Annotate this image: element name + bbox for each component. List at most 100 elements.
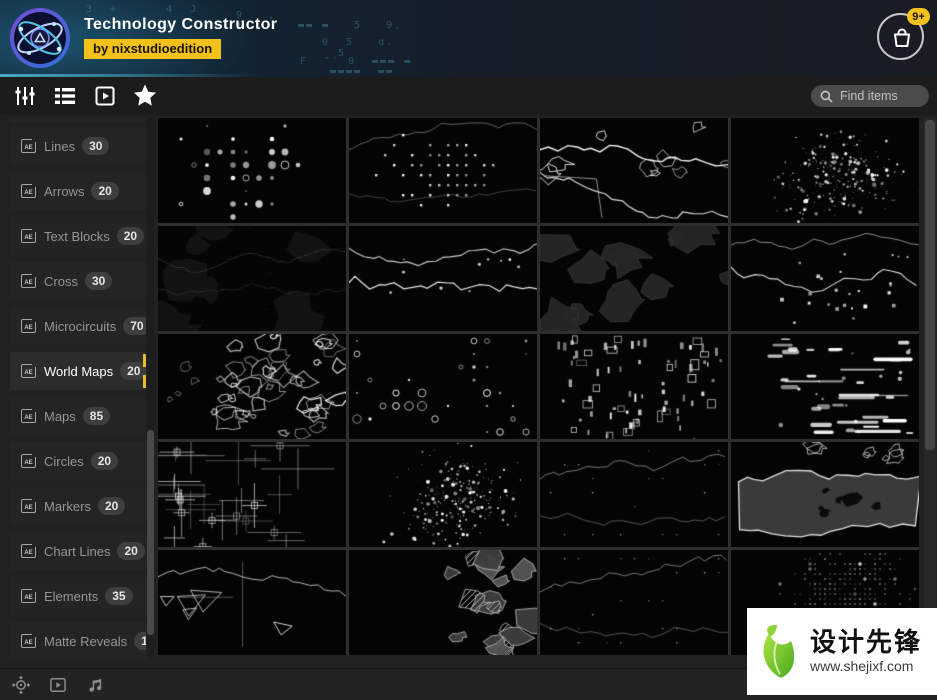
world-map-thumb-08[interactable] bbox=[731, 226, 919, 331]
world-map-thumb-03[interactable] bbox=[540, 118, 728, 223]
world-map-thumb-01[interactable] bbox=[158, 118, 346, 223]
transform-button[interactable] bbox=[10, 674, 32, 696]
map-thumbnail bbox=[158, 550, 346, 655]
ae-file-icon: AE bbox=[21, 499, 36, 513]
sidebar-item-label: Circles bbox=[44, 454, 84, 469]
world-map-thumb-12[interactable] bbox=[731, 334, 919, 439]
audio-button[interactable] bbox=[84, 674, 106, 696]
technology-constructor-panel: 3 + 4 JF . A 6 ° 0 ;9 ,▬▬ ▬ 5 9,0 5 ɑ.5F… bbox=[0, 0, 937, 700]
video-template-icon bbox=[93, 84, 117, 108]
ae-file-icon: AE bbox=[21, 274, 36, 288]
sidebar-item-label: Text Blocks bbox=[44, 229, 110, 244]
watermark: 设计先锋 www.shejixf.com bbox=[747, 608, 937, 695]
ae-file-icon: AE bbox=[21, 634, 36, 648]
favorites-button[interactable] bbox=[128, 81, 162, 111]
item-count-badge: 30 bbox=[85, 272, 112, 290]
world-map-thumb-19[interactable] bbox=[540, 550, 728, 655]
grid-scrollbar bbox=[924, 118, 936, 655]
world-map-thumb-18[interactable] bbox=[349, 550, 537, 655]
favorites-star-icon bbox=[131, 82, 159, 110]
sidebar-item-markers[interactable]: AEMarkers20 bbox=[10, 487, 146, 525]
map-thumbnail bbox=[540, 334, 728, 439]
sidebar-item-lines[interactable]: AELines30 bbox=[10, 127, 146, 165]
world-map-thumb-11[interactable] bbox=[540, 334, 728, 439]
ae-file-icon: AE bbox=[21, 589, 36, 603]
map-thumbnail bbox=[158, 118, 346, 223]
world-map-thumb-09[interactable] bbox=[158, 334, 346, 439]
sidebar-item-label: Arrows bbox=[44, 184, 84, 199]
sidebar-scrollbar-thumb[interactable] bbox=[147, 430, 154, 635]
ae-file-icon: AE bbox=[21, 139, 36, 153]
filters-icon bbox=[13, 84, 37, 108]
world-map-thumb-06[interactable] bbox=[349, 226, 537, 331]
world-map-thumb-13[interactable] bbox=[158, 442, 346, 547]
grid-scrollbar-thumb[interactable] bbox=[925, 120, 935, 450]
ae-file-icon: AE bbox=[21, 364, 36, 378]
sidebar-item-matte-reveals[interactable]: AEMatte Reveals1 bbox=[10, 622, 146, 660]
preview-button[interactable] bbox=[47, 674, 69, 696]
map-thumbnail bbox=[349, 334, 537, 439]
map-thumbnail bbox=[540, 550, 728, 655]
ae-file-icon: AE bbox=[21, 184, 36, 198]
cart-button[interactable]: 9+ bbox=[877, 13, 924, 60]
ae-file-icon: AE bbox=[21, 544, 36, 558]
map-thumbnail bbox=[349, 442, 537, 547]
sidebar-scrollbar bbox=[147, 118, 154, 658]
thumbnail-grid bbox=[158, 118, 919, 655]
header-texture-glyph: ▬▬▬▬ ▬▬ bbox=[330, 66, 394, 77]
world-map-thumb-16[interactable] bbox=[731, 442, 919, 547]
sidebar-list: AELines30AEArrows20AEText Blocks20AECros… bbox=[10, 127, 146, 660]
ae-file-icon: AE bbox=[21, 454, 36, 468]
sidebar-item-world-maps[interactable]: AEWorld Maps20 bbox=[10, 352, 146, 390]
search-input[interactable] bbox=[838, 88, 920, 104]
sidebar-item-label: Cross bbox=[44, 274, 78, 289]
world-map-thumb-14[interactable] bbox=[349, 442, 537, 547]
world-map-thumb-05[interactable] bbox=[158, 226, 346, 331]
sidebar-item-text-blocks[interactable]: AEText Blocks20 bbox=[10, 217, 146, 255]
header-texture-glyph: ▬▬ ▬ 5 9, bbox=[298, 20, 402, 31]
ae-file-icon: AE bbox=[21, 409, 36, 423]
ae-file-icon: AE bbox=[21, 319, 36, 333]
sidebar-item-label: Elements bbox=[44, 589, 98, 604]
watermark-url: www.shejixf.com bbox=[810, 658, 922, 674]
map-thumbnail bbox=[731, 226, 919, 331]
sidebar-item-arrows[interactable]: AEArrows20 bbox=[10, 172, 146, 210]
cart-count-badge: 9+ bbox=[907, 8, 930, 25]
toolbar bbox=[0, 77, 937, 115]
filters-button[interactable] bbox=[8, 81, 42, 111]
item-count-badge: 70 bbox=[123, 317, 146, 335]
list-view-button[interactable] bbox=[48, 81, 82, 111]
map-thumbnail bbox=[731, 334, 919, 439]
world-map-thumb-07[interactable] bbox=[540, 226, 728, 331]
sidebar-item-elements[interactable]: AE Elements 35 bbox=[10, 577, 146, 615]
header-texture-glyph: 0 5 ɑ. bbox=[322, 37, 394, 48]
world-map-thumb-02[interactable] bbox=[349, 118, 537, 223]
world-map-thumb-04[interactable] bbox=[731, 118, 919, 223]
sidebar-item-label: Chart Lines bbox=[44, 544, 110, 559]
sidebar-item-chart-lines[interactable]: AEChart Lines20 bbox=[10, 532, 146, 570]
preview-icon bbox=[48, 675, 68, 695]
map-thumbnail bbox=[540, 442, 728, 547]
list-view-icon bbox=[52, 84, 78, 108]
item-count-badge: 35 bbox=[105, 587, 132, 605]
item-count-badge: 30 bbox=[82, 137, 109, 155]
app-title: Technology Constructor bbox=[84, 16, 277, 34]
transform-icon bbox=[11, 675, 31, 695]
sidebar-item-maps[interactable]: AEMaps85 bbox=[10, 397, 146, 435]
map-thumbnail bbox=[540, 226, 728, 331]
world-map-thumb-17[interactable] bbox=[158, 550, 346, 655]
map-thumbnail bbox=[540, 118, 728, 223]
map-thumbnail bbox=[158, 334, 346, 439]
sidebar-item-cross[interactable]: AE Cross 30 bbox=[10, 262, 146, 300]
sidebar-item-microcircuits[interactable]: AEMicrocircuits70 bbox=[10, 307, 146, 345]
shopping-bag-icon bbox=[890, 26, 914, 50]
item-count-badge: 85 bbox=[83, 407, 110, 425]
world-map-thumb-10[interactable] bbox=[349, 334, 537, 439]
author-badge: by nixstudioedition bbox=[84, 39, 221, 59]
watermark-text: 设计先锋 www.shejixf.com bbox=[810, 629, 922, 673]
map-thumbnail bbox=[349, 550, 537, 655]
map-thumbnail bbox=[158, 442, 346, 547]
sidebar-item-circles[interactable]: AECircles20 bbox=[10, 442, 146, 480]
world-map-thumb-15[interactable] bbox=[540, 442, 728, 547]
video-template-button[interactable] bbox=[88, 81, 122, 111]
